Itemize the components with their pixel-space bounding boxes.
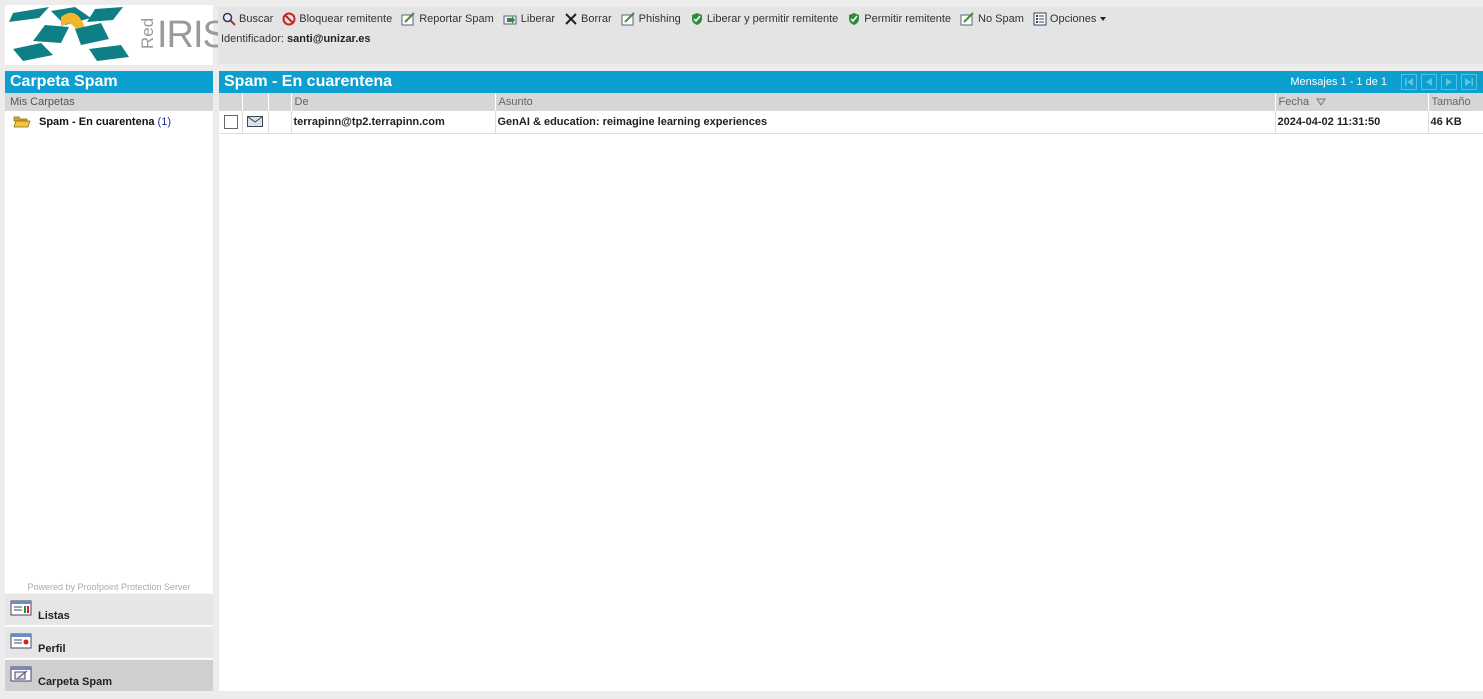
- logo-text-red: Red: [138, 17, 157, 49]
- report-icon: [960, 12, 974, 26]
- not-spam-button[interactable]: No Spam: [960, 12, 1024, 26]
- rediris-logo: Red IRIS: [5, 5, 228, 65]
- release-button[interactable]: Liberar: [503, 12, 555, 26]
- search-button-label: Buscar: [239, 13, 274, 25]
- from-column-header[interactable]: De: [291, 93, 496, 111]
- report-icon: [401, 12, 415, 26]
- powered-by-text: Powered by Proofpoint Protection Server: [27, 582, 191, 592]
- date-column-header[interactable]: Fecha: [1275, 93, 1429, 111]
- phishing-button-label: Phishing: [638, 13, 681, 25]
- release-button-label: Liberar: [520, 13, 556, 25]
- logo-text-iris: IRIS: [157, 14, 228, 56]
- row-flag-cell: [268, 111, 292, 134]
- delete-button[interactable]: Borrar: [564, 12, 612, 26]
- nav-item-spam-folder[interactable]: Carpeta Spam: [5, 659, 213, 691]
- identity-label: Identificador:: [221, 33, 284, 45]
- nav-item-profile[interactable]: Perfil: [5, 626, 213, 658]
- next-page-button[interactable]: [1441, 74, 1457, 90]
- caret-down-icon: [1100, 17, 1107, 21]
- prev-page-button[interactable]: [1421, 74, 1437, 90]
- identity-line: Identificador: santi@unizar.es: [218, 33, 1483, 45]
- not-spam-button-label: No Spam: [978, 13, 1024, 25]
- sort-desc-icon: [1316, 98, 1327, 106]
- row-size: 46 KB: [1428, 111, 1483, 134]
- report-icon: [621, 12, 635, 26]
- messages-range: Mensajes 1 - 1 de 1: [1290, 76, 1387, 88]
- main-panel: Spam - En cuarentena Mensajes 1 - 1 de 1…: [219, 71, 1483, 691]
- table-header-row: De Asunto Fecha Tamaño: [219, 93, 1483, 111]
- first-page-icon: [1405, 78, 1413, 86]
- next-page-icon: [1446, 78, 1452, 86]
- row-from[interactable]: terrapinn@tp2.terrapinn.com: [291, 111, 496, 134]
- messages-table: De Asunto Fecha Tamaño terrapinn@tp2.ter…: [219, 93, 1483, 134]
- envelope-icon: [246, 116, 263, 128]
- nav-item-spam-folder-label: Carpeta Spam: [38, 676, 112, 688]
- delete-x-icon: [565, 13, 577, 25]
- report-spam-button-label: Reportar Spam: [419, 13, 494, 25]
- row-type-cell: [242, 111, 269, 134]
- allow-sender-button-label: Permitir remitente: [864, 13, 952, 25]
- folder-item-label: Spam - En cuarentena: [39, 116, 155, 128]
- delete-button-label: Borrar: [581, 13, 612, 25]
- release-and-allow-button-label: Liberar y permitir remitente: [706, 13, 839, 25]
- identity-value: santi@unizar.es: [287, 33, 371, 45]
- search-button[interactable]: Buscar: [222, 12, 273, 26]
- flag-column-header: [268, 93, 292, 111]
- open-folder-icon: [13, 116, 31, 128]
- options-button-label: Opciones: [1049, 13, 1097, 25]
- row-subject[interactable]: GenAI & education: reimagine learning ex…: [495, 111, 1276, 134]
- pager: [1401, 74, 1481, 90]
- options-list-icon: [1033, 12, 1047, 26]
- subject-column-header[interactable]: Asunto: [495, 93, 1276, 111]
- folder-item-count: (1): [157, 116, 171, 128]
- profile-icon: [10, 633, 32, 649]
- main-title-bar: Spam - En cuarentena Mensajes 1 - 1 de 1: [219, 71, 1483, 93]
- toolbar: Buscar Bloquear remitente Reportar Spam …: [218, 7, 1483, 31]
- folder-item-spam-quarantine[interactable]: Spam - En cuarentena (1): [5, 111, 213, 133]
- release-and-allow-button[interactable]: Liberar y permitir remitente: [690, 12, 838, 26]
- magnifier-icon: [222, 12, 236, 26]
- nav-item-lists[interactable]: Listas: [5, 593, 213, 625]
- type-column-header: [242, 93, 269, 111]
- first-page-button[interactable]: [1401, 74, 1417, 90]
- sidebar: Carpeta Spam Mis Carpetas Spam - En cuar…: [5, 71, 213, 691]
- lists-icon: [10, 600, 32, 616]
- sidebar-subtitle: Mis Carpetas: [5, 93, 213, 111]
- shield-check-icon: [691, 13, 702, 25]
- page-title: Spam - En cuarentena: [224, 73, 393, 90]
- page: Red IRIS Buscar Bloquear remitente Repor…: [0, 0, 1483, 699]
- release-icon: [503, 15, 517, 25]
- options-button[interactable]: Opciones: [1033, 12, 1110, 26]
- block-icon: [282, 12, 296, 26]
- allow-sender-button[interactable]: Permitir remitente: [847, 12, 951, 26]
- date-column-label: Fecha: [1278, 96, 1310, 108]
- nav-item-lists-label: Listas: [38, 610, 70, 622]
- nav-item-profile-label: Perfil: [38, 643, 66, 655]
- prev-page-icon: [1426, 78, 1432, 86]
- spam-folder-icon: [10, 666, 32, 682]
- shield-check-icon: [849, 13, 860, 25]
- last-page-icon: [1465, 78, 1473, 86]
- last-page-button[interactable]: [1461, 74, 1477, 90]
- select-column-header: [219, 93, 243, 111]
- toolbar-area: Buscar Bloquear remitente Reportar Spam …: [218, 7, 1483, 64]
- block-sender-button-label: Bloquear remitente: [299, 13, 393, 25]
- row-date: 2024-04-02 11:31:50: [1275, 111, 1429, 134]
- sidebar-title: Carpeta Spam: [5, 71, 213, 93]
- report-spam-button[interactable]: Reportar Spam: [401, 12, 494, 26]
- phishing-button[interactable]: Phishing: [621, 12, 681, 26]
- block-sender-button[interactable]: Bloquear remitente: [282, 12, 392, 26]
- table-row[interactable]: terrapinn@tp2.terrapinn.com GenAI & educ…: [219, 111, 1483, 134]
- row-select-cell: [219, 111, 243, 134]
- size-column-header[interactable]: Tamaño: [1428, 93, 1483, 111]
- row-checkbox[interactable]: [224, 114, 238, 129]
